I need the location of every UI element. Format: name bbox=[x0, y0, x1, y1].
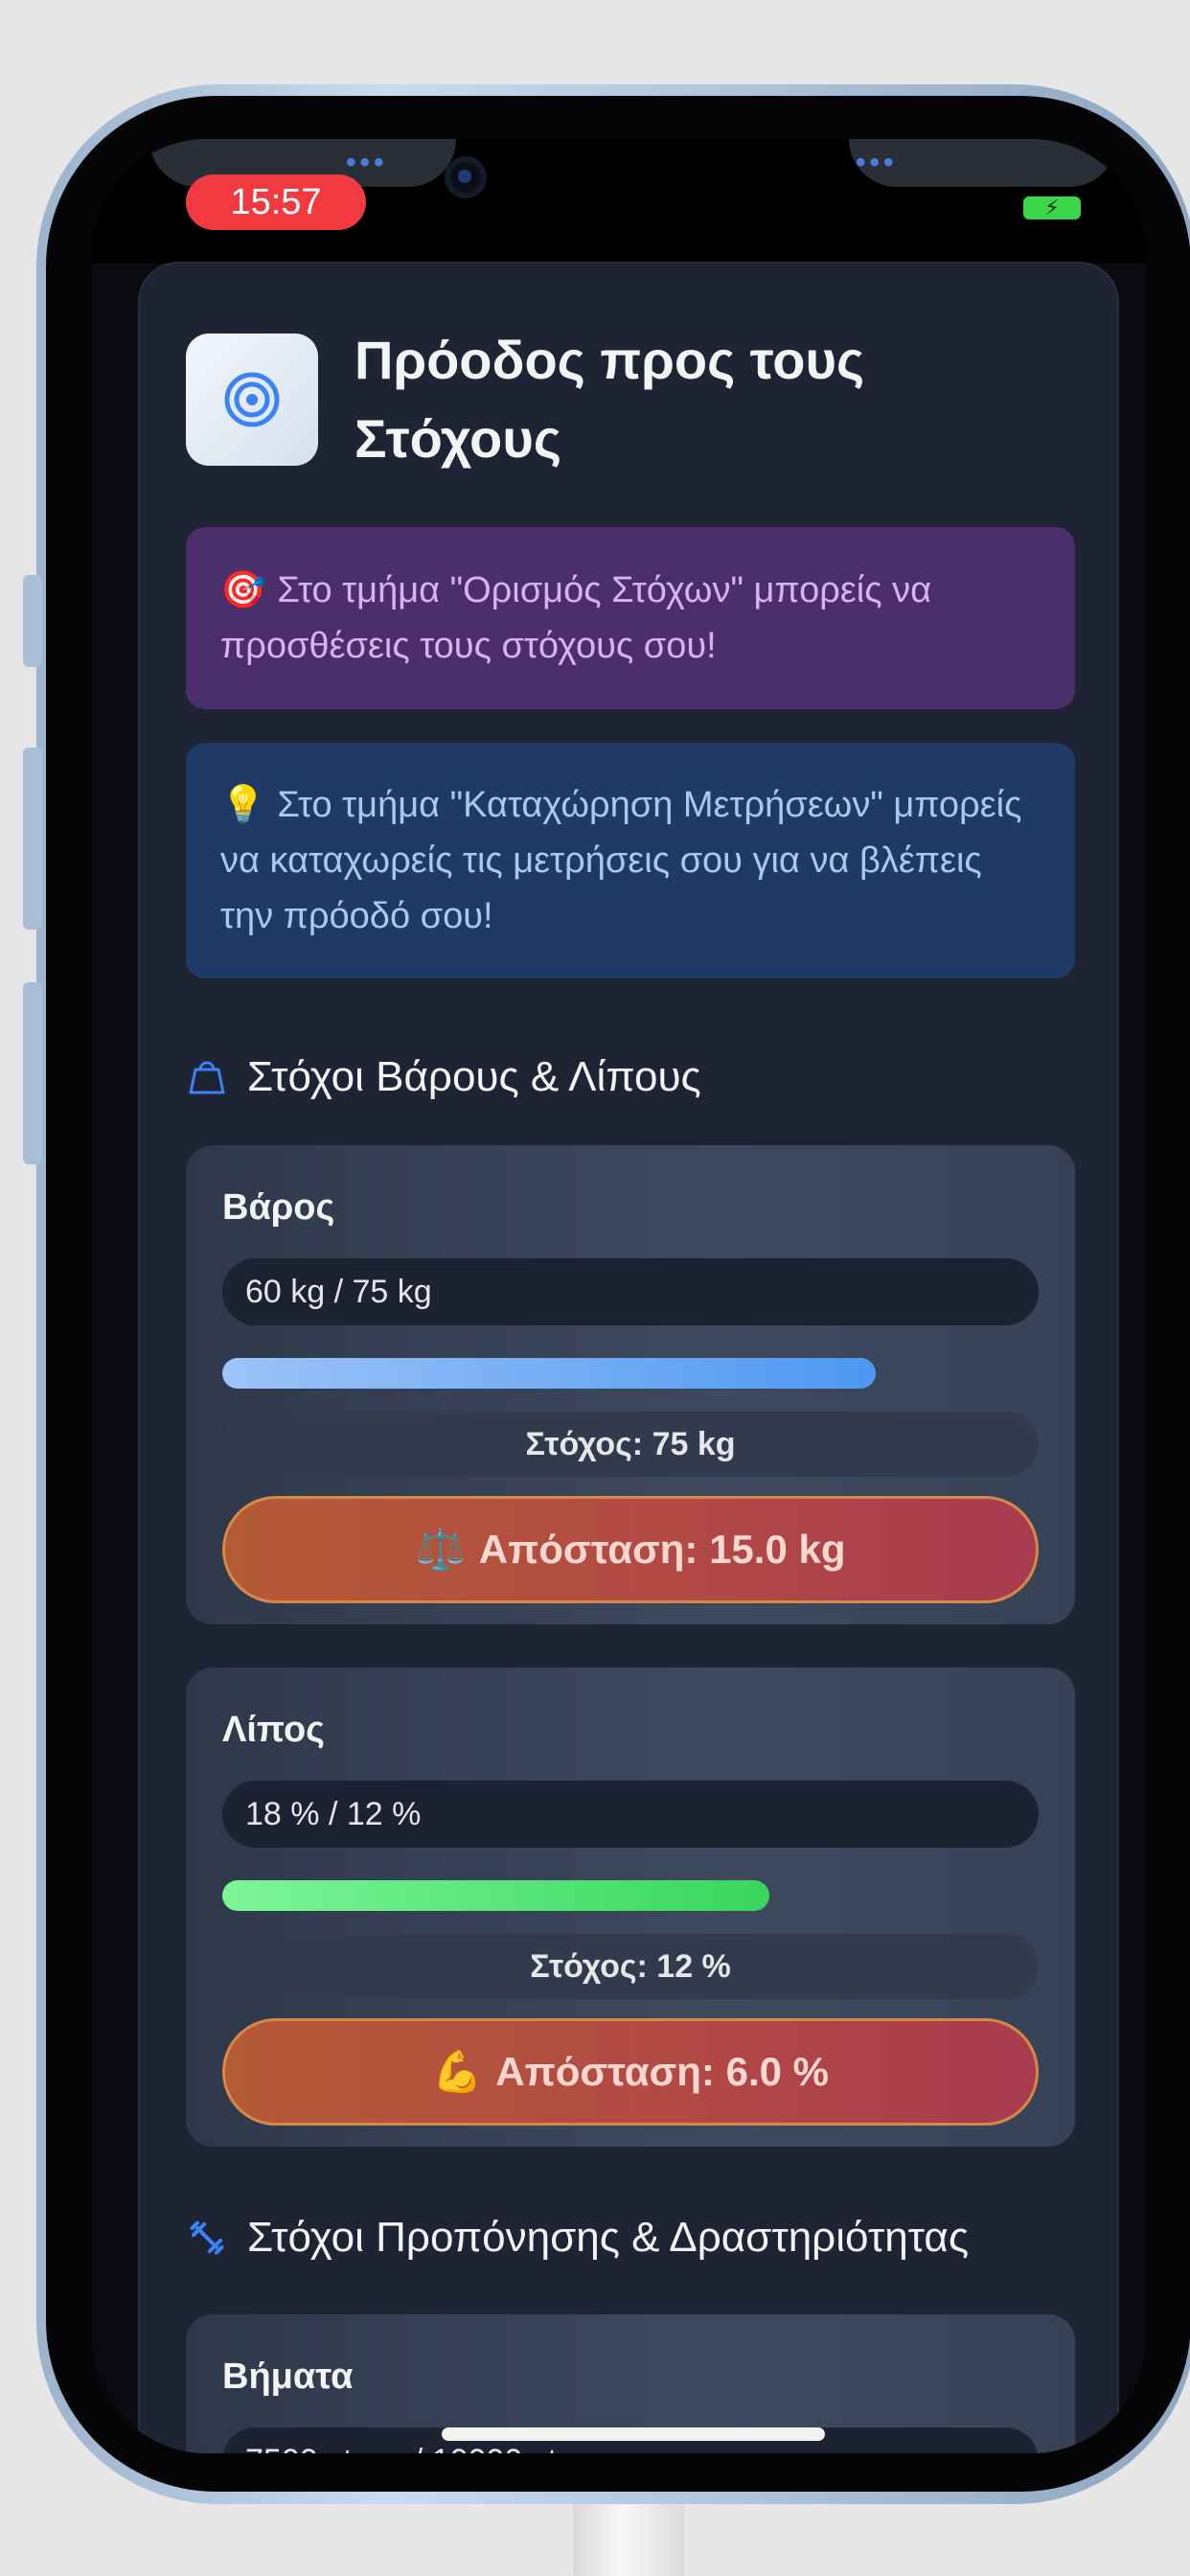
target-icon bbox=[186, 334, 318, 466]
page-title: Πρόοδος προς τους Στόχους bbox=[355, 330, 865, 469]
battery-icon: ⚡ bbox=[1023, 196, 1081, 219]
progress-fill bbox=[222, 1880, 769, 1911]
goal-name: Βάρος bbox=[222, 1187, 335, 1228]
front-camera bbox=[445, 156, 487, 198]
goal-name: Βήματα bbox=[222, 2357, 354, 2397]
silent-switch bbox=[23, 575, 42, 667]
status-bar: ••• ••• 15:57 ⚡ bbox=[92, 139, 1146, 264]
weight-icon bbox=[189, 1061, 225, 1094]
current-vs-target-value: 60 kg / 75 kg bbox=[222, 1258, 1039, 1325]
goals-progress-card: Πρόοδος προς τους Στόχους 🎯 Στο τμήμα "Ορ… bbox=[140, 264, 1117, 2453]
distance-label: Απόσταση: 6.0 % bbox=[495, 2049, 829, 2094]
volume-up-button bbox=[23, 748, 42, 930]
scale-icon: ⚖️ bbox=[415, 1526, 466, 1572]
status-dots-left: ••• bbox=[346, 147, 388, 178]
section-title: Στόχοι Βάρους & Λίπους bbox=[247, 1053, 701, 1100]
current-vs-target-value: 18 % / 12 % bbox=[222, 1781, 1039, 1848]
lightbulb-icon: 💡 bbox=[220, 785, 266, 825]
measurements-hint-text: Στο τμήμα "Καταχώρηση Μετρήσεων" μπορείς… bbox=[220, 785, 1022, 936]
goal-setup-hint-text: Στο τμήμα "Ορισμός Στόχων" μπορείς να πρ… bbox=[220, 570, 932, 666]
progress-bar bbox=[222, 1880, 1039, 1911]
goal-setup-hint-banner: 🎯 Στο τμήμα "Ορισμός Στόχων" μπορείς να π… bbox=[186, 527, 1075, 709]
page-header: Πρόοδος προς τους Στόχους bbox=[186, 321, 891, 478]
goal-card-weight: Βάρος 60 kg / 75 kg Στόχος: 75 kg ⚖️ Από… bbox=[186, 1145, 1075, 1624]
target-label: Στόχος: 75 kg bbox=[222, 1412, 1039, 1477]
target-label: Στόχος: 12 % bbox=[222, 1934, 1039, 1999]
measurements-hint-banner: 💡 Στο τμήμα "Καταχώρηση Μετρήσεων" μπορεί… bbox=[186, 743, 1075, 978]
section-training-activity-goals: Στόχοι Προπόνησης & Δραστηριότητας bbox=[186, 2214, 969, 2262]
distance-button[interactable]: 💪 Απόσταση: 6.0 % bbox=[222, 2018, 1039, 2126]
volume-down-button bbox=[23, 982, 42, 1164]
goal-card-fat: Λίπος 18 % / 12 % Στόχος: 12 % 💪 Απόστασ… bbox=[186, 1668, 1075, 2147]
phone-screen: ••• ••• 15:57 ⚡ Πρόοδος προς τους Στόχου… bbox=[92, 139, 1146, 2453]
progress-fill bbox=[222, 1358, 876, 1389]
progress-bar bbox=[222, 1358, 1039, 1389]
dart-icon: 🎯 bbox=[220, 570, 266, 610]
status-dots-right: ••• bbox=[856, 147, 898, 178]
home-indicator[interactable] bbox=[442, 2427, 825, 2441]
flexed-bicep-icon: 💪 bbox=[431, 2048, 483, 2094]
section-weight-fat-goals: Στόχοι Βάρους & Λίπους bbox=[186, 1053, 701, 1101]
distance-button[interactable]: ⚖️ Απόσταση: 15.0 kg bbox=[222, 1496, 1039, 1603]
section-title: Στόχοι Προπόνησης & Δραστηριότητας bbox=[247, 2214, 970, 2261]
distance-label: Απόσταση: 15.0 kg bbox=[478, 1527, 846, 1572]
clock-time[interactable]: 15:57 bbox=[186, 174, 366, 230]
goal-name: Λίπος bbox=[222, 1710, 325, 1750]
dumbbell-icon bbox=[190, 2220, 224, 2255]
